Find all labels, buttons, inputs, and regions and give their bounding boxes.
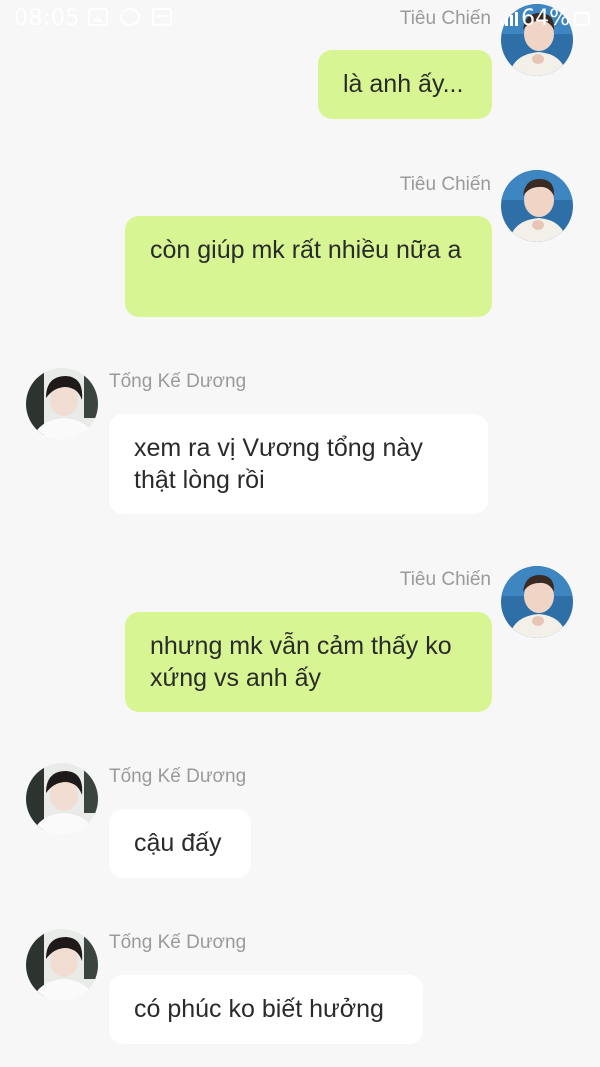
sync-notification-icon [120,8,140,26]
sender-name: Tiêu Chiến [399,174,491,195]
chat-thread[interactable]: Tiêu Chiến là anh ấy... Tiêu Chiến còn g… [0,0,600,1067]
message-text: cậu đấy [134,829,222,857]
message-text: là anh ấy... [343,70,464,98]
message-text: còn giúp mk rất nhiều nữa a [150,236,462,264]
avatar-tong-ke-duong[interactable] [26,368,98,440]
message-bubble-sent[interactable]: là anh ấy... [318,50,492,119]
gallery-notification-icon [88,8,108,26]
sender-name: Tống Kế Dương [109,766,247,787]
sender-name: Tống Kế Dương [109,371,247,392]
message-bubble-received[interactable]: xem ra vị Vương tổng này thật lòng rồi [109,414,488,514]
message-bubble-sent[interactable]: còn giúp mk rất nhiều nữa a [125,216,492,317]
message-text: xem ra vị Vương tổng này thật lòng rồi [134,434,423,494]
status-time: 08:05 [14,6,80,31]
avatar-image [26,763,98,835]
message-bubble-received[interactable]: có phúc ko biết hưởng [109,975,423,1044]
avatar-image [26,929,98,1001]
battery-percentage: 64% [521,6,570,31]
avatar-image [26,368,98,440]
sender-name: Tống Kế Dương [109,932,247,953]
message-bubble-received[interactable]: cậu đấy [109,809,251,878]
avatar-tieu-chien[interactable] [501,170,573,242]
avatar-tieu-chien[interactable] [501,566,573,638]
avatar-image [501,170,573,242]
status-bar: 08:05 64% [0,0,600,40]
message-bubble-sent[interactable]: nhưng mk vẫn cảm thấy ko xứng vs anh ấy [125,612,492,712]
message-text: có phúc ko biết hưởng [134,995,384,1023]
signal-icon [500,12,518,26]
avatar-tong-ke-duong[interactable] [26,763,98,835]
avatar-image [501,566,573,638]
message-notification-icon [152,8,172,26]
status-notification-icons [88,8,172,26]
avatar-tong-ke-duong[interactable] [26,929,98,1001]
sender-name: Tiêu Chiến [399,569,491,590]
battery-icon [574,12,590,26]
message-text: nhưng mk vẫn cảm thấy ko xứng vs anh ấy [150,632,452,692]
